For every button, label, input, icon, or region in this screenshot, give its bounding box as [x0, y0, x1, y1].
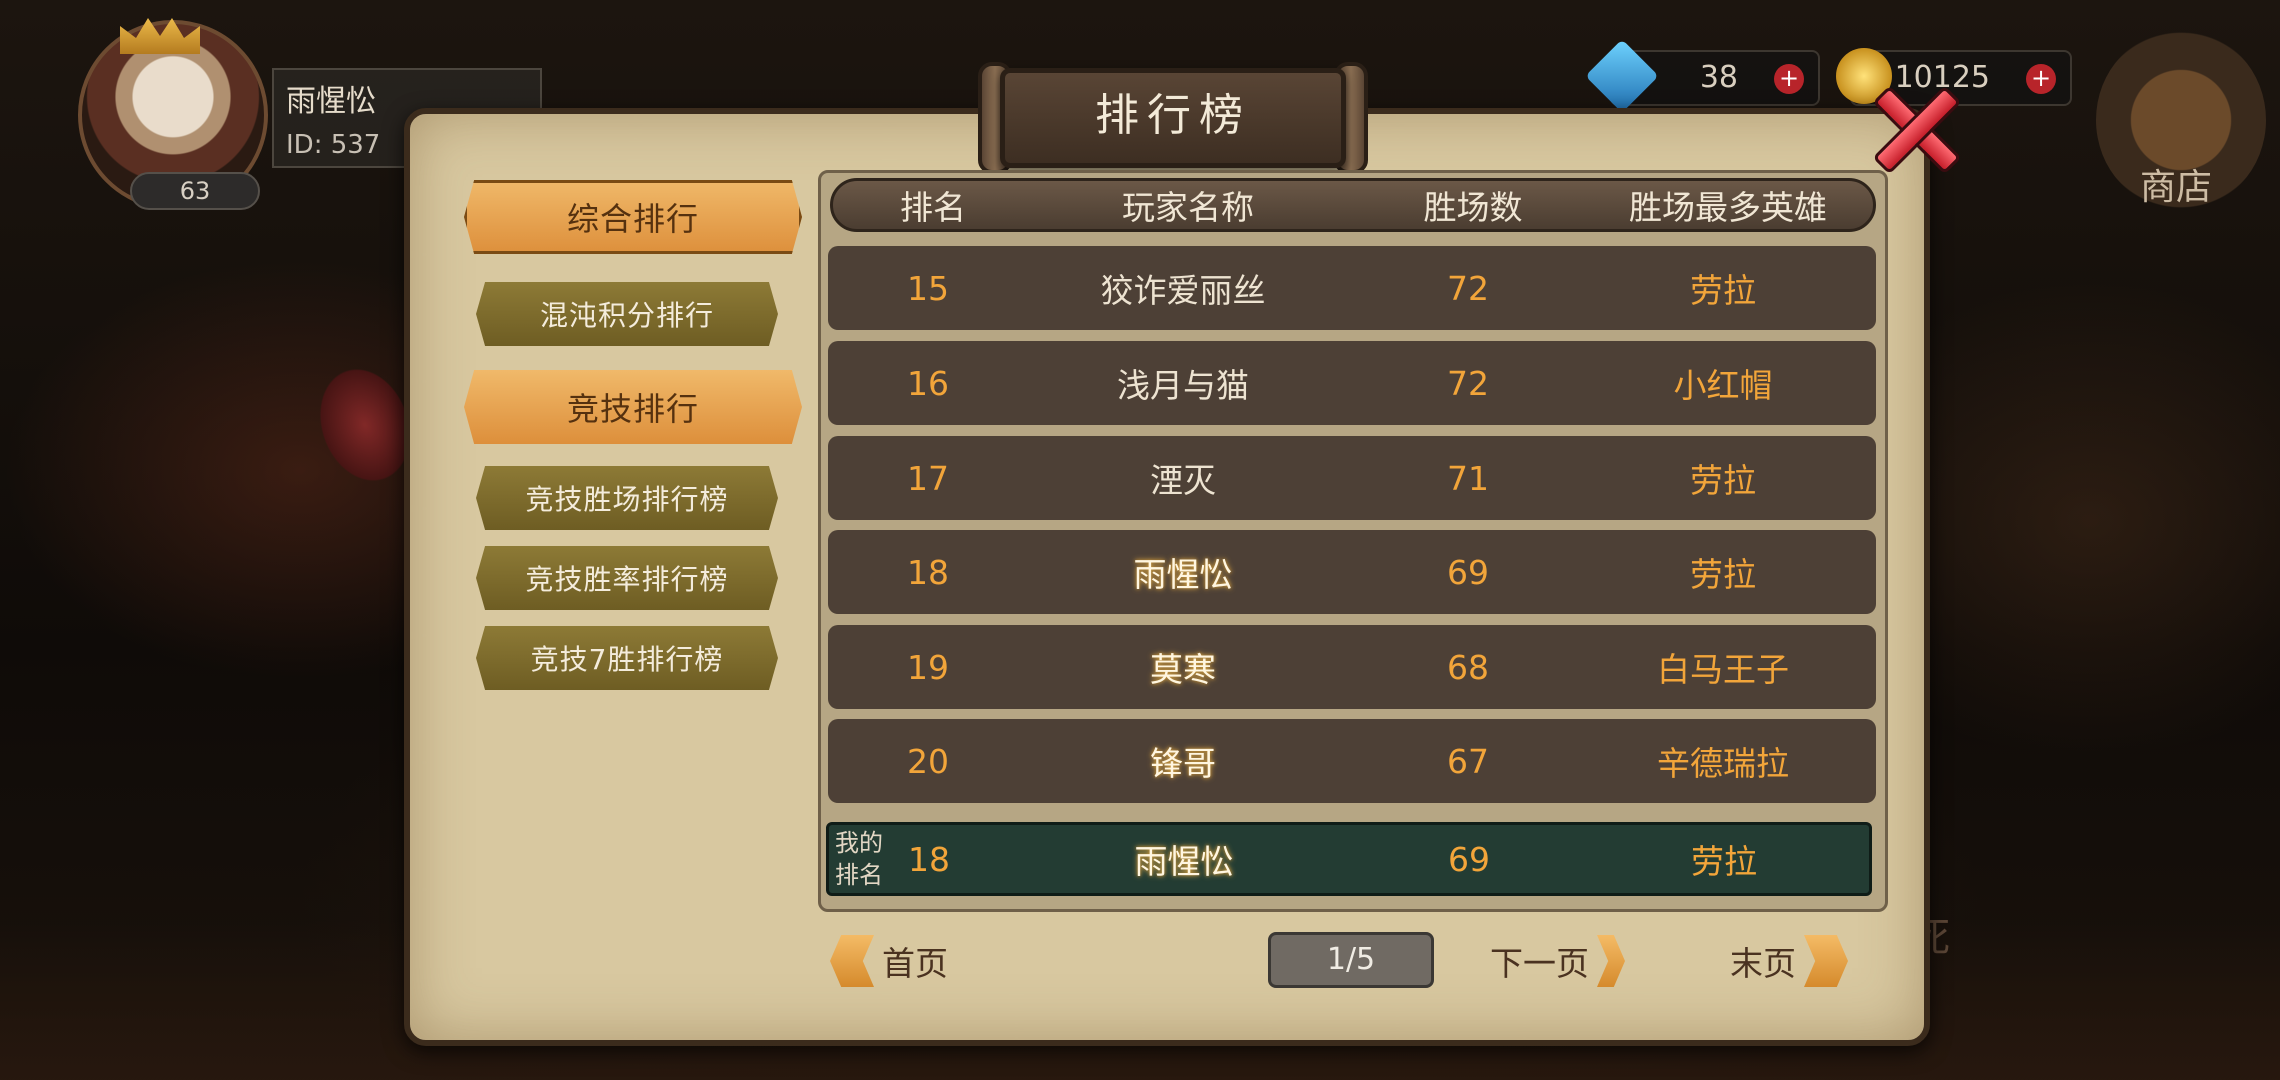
panel-title: 排行榜 — [1095, 90, 1251, 141]
row-player-name: 浅月与猫 — [1117, 366, 1249, 405]
row-top-hero: 劳拉 — [1690, 555, 1756, 594]
my-ranking-label: 我的排名 — [835, 829, 883, 889]
table-row[interactable]: 19 莫寒 68 白马王子 — [828, 625, 1876, 709]
tab-arena-ranking[interactable]: 竞技排行 — [464, 370, 802, 444]
player-level-badge: 63 — [130, 172, 260, 210]
shop-label: 商店 — [2140, 167, 2213, 208]
table-row[interactable]: 16 浅月与猫 72 小红帽 — [828, 341, 1876, 425]
chevron-right-icon — [1597, 935, 1625, 987]
tab-arena-7-wins-ranking[interactable]: 竞技7胜排行榜 — [476, 626, 778, 690]
tab-overall-ranking[interactable]: 综合排行 — [464, 180, 802, 254]
gem-count: 38 — [1699, 60, 1738, 95]
row-wins: 67 — [1447, 741, 1489, 781]
table-row[interactable]: 17 湮灭 71 劳拉 — [828, 436, 1876, 520]
last-page-label: 末页 — [1730, 944, 1796, 983]
tab-arena-wins-ranking[interactable]: 竞技胜场排行榜 — [476, 466, 778, 530]
header-top-hero: 胜场最多英雄 — [1629, 188, 1827, 227]
row-top-hero: 小红帽 — [1673, 366, 1773, 405]
row-rank: 16 — [907, 363, 949, 403]
row-wins: 69 — [1447, 552, 1489, 592]
row-wins: 72 — [1447, 268, 1489, 308]
row-top-hero: 劳拉 — [1690, 461, 1756, 500]
row-player-name: 锋哥 — [1150, 744, 1216, 783]
last-page-button[interactable]: 末页 — [1730, 930, 1848, 992]
row-rank: 20 — [907, 741, 949, 781]
row-wins: 72 — [1447, 363, 1489, 403]
tab-arena-winrate-ranking[interactable]: 竞技胜率排行榜 — [476, 546, 778, 610]
header-player-name: 玩家名称 — [1122, 188, 1254, 227]
my-ranking-row: 我的排名 18 雨惺忪 69 劳拉 — [826, 822, 1872, 896]
player-name: 雨惺忪 — [286, 84, 376, 119]
row-wins: 71 — [1447, 458, 1489, 498]
row-player-name: 湮灭 — [1150, 461, 1216, 500]
player-id: ID: 537 — [286, 130, 381, 160]
page-indicator: 1/5 — [1268, 932, 1434, 988]
row-player-name: 莫寒 — [1150, 650, 1216, 689]
row-player-name: 狡诈爱丽丝 — [1100, 271, 1266, 310]
row-rank: 18 — [907, 552, 949, 592]
row-rank: 19 — [907, 647, 949, 687]
table-header: 排名 玩家名称 胜场数 胜场最多英雄 — [830, 178, 1876, 232]
row-rank: 15 — [907, 268, 949, 308]
next-page-button[interactable]: 下一页 — [1490, 930, 1625, 992]
header-wins: 胜场数 — [1423, 188, 1523, 227]
row-top-hero: 劳拉 — [1690, 271, 1756, 310]
row-wins: 68 — [1447, 647, 1489, 687]
table-row[interactable]: 20 锋哥 67 辛德瑞拉 — [828, 719, 1876, 803]
row-player-name: 雨惺忪 — [1133, 555, 1233, 594]
first-page-label: 首页 — [882, 944, 948, 983]
add-gems-button[interactable]: + — [1774, 64, 1804, 94]
table-row[interactable]: 18 雨惺忪 69 劳拉 — [828, 530, 1876, 614]
header-rank: 排名 — [900, 188, 966, 227]
my-wins: 69 — [1448, 839, 1490, 879]
table-row[interactable]: 15 狡诈爱丽丝 72 劳拉 — [828, 246, 1876, 330]
my-top-hero: 劳拉 — [1691, 842, 1757, 881]
add-gold-button[interactable]: + — [2026, 64, 2056, 94]
first-page-button[interactable]: 首页 — [830, 930, 948, 992]
row-top-hero: 白马王子 — [1657, 650, 1789, 689]
next-page-label: 下一页 — [1490, 944, 1589, 983]
my-player-name: 雨惺忪 — [1134, 842, 1234, 881]
tab-chaos-points-ranking[interactable]: 混沌积分排行 — [476, 282, 778, 346]
row-top-hero: 辛德瑞拉 — [1657, 744, 1789, 783]
close-button[interactable] — [1862, 76, 1962, 176]
row-rank: 17 — [907, 458, 949, 498]
